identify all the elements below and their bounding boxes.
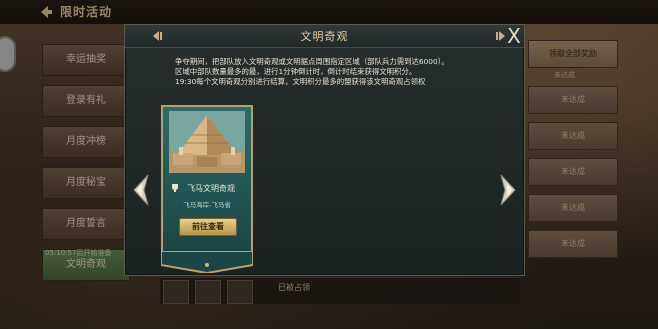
- rules-line: 争夺期间，把部队放入文明奇观或文明据点周围指定区域（部队兵力需到达6000）。: [175, 57, 449, 66]
- wonder-name: 飞马文明奇观: [187, 184, 235, 193]
- arrow-left-icon[interactable]: [130, 173, 152, 207]
- dialog-title: 文明奇观: [300, 30, 349, 43]
- wonder-card[interactable]: 飞马文明奇观 飞马海岸-飞马省 前往查看: [161, 105, 253, 251]
- civilization-wonder-dialog: 文明奇观 X 争夺期间，把部队放入文明奇观或文明据点周围指定区域（部队兵力需到达…: [124, 24, 525, 276]
- rules-line: 区域中部队数量最多的最，进行1分钟倒计时，倒计时结束获得文明积分。: [175, 67, 417, 77]
- rules-line: 19:30每个文明奇观分别进行结算，文明积分最多的盟获得该文明奇观占领权: [175, 77, 426, 87]
- arrow-right-icon[interactable]: [497, 173, 519, 207]
- pyramid-illustration: [169, 111, 245, 173]
- go-view-button[interactable]: 前往查看: [179, 218, 237, 236]
- close-icon[interactable]: X: [503, 25, 525, 47]
- wonder-location: 飞马海岸-飞马省: [183, 201, 231, 209]
- rules-description: 争夺期间，把部队放入文明奇观或文明据点周围指定区域（部队兵力需到达6000）。 …: [175, 57, 495, 88]
- dialog-header: 文明奇观 X: [125, 25, 524, 48]
- banner-tail: [161, 251, 253, 273]
